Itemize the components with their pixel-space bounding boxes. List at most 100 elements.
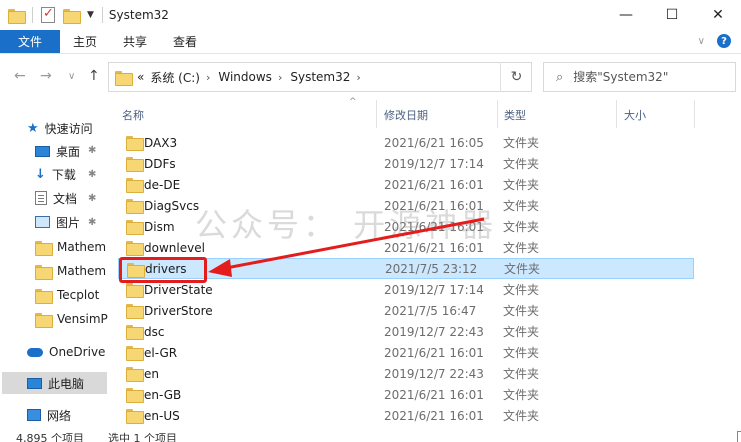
maximize-button[interactable]: ☐ <box>649 0 695 30</box>
file-date: 2021/6/21 16:01 <box>384 177 484 192</box>
search-input[interactable] <box>573 70 714 84</box>
large-icons-view-icon[interactable] <box>737 431 741 442</box>
table-row[interactable]: dsc 2019/12/7 22:43 文件夹 <box>118 321 694 342</box>
picture-icon <box>35 216 50 228</box>
file-name: en <box>144 366 159 381</box>
nav-item-tecplot[interactable]: Tecplot <box>35 284 99 306</box>
nav-item-mathem-2[interactable]: Mathem <box>35 260 106 282</box>
pin-icon[interactable]: ✱ <box>88 145 96 156</box>
breadcrumb-drive[interactable]: 系统 (C:) <box>150 69 200 86</box>
properties-icon[interactable] <box>41 6 55 23</box>
table-row[interactable]: DAX3 2021/6/21 16:05 文件夹 <box>118 132 694 153</box>
nav-item-mathem-1[interactable]: Mathem <box>35 236 106 258</box>
breadcrumb-system32[interactable]: System32 <box>290 70 350 84</box>
folder-icon <box>126 346 144 361</box>
breadcrumb-windows[interactable]: Windows <box>218 70 272 84</box>
download-icon: ↓ <box>35 166 46 182</box>
tab-share[interactable]: 共享 <box>110 30 160 53</box>
nav-item-label: 文档 <box>53 191 78 206</box>
folder-icon <box>126 283 144 298</box>
table-row[interactable]: en-GB 2021/6/21 16:01 文件夹 <box>118 384 694 405</box>
nav-onedrive[interactable]: OneDrive <box>27 341 105 363</box>
expand-ribbon-icon[interactable]: ∨ <box>698 36 705 47</box>
file-name: Dism <box>144 219 175 234</box>
column-type[interactable]: 类型 <box>504 107 526 123</box>
file-type: 文件夹 <box>503 367 540 381</box>
file-date: 2019/12/7 17:14 <box>384 156 484 171</box>
search-icon: ⌕ <box>556 69 564 85</box>
breadcrumb-overflow[interactable]: « <box>137 70 144 84</box>
file-type: 文件夹 <box>503 199 540 213</box>
folder-icon <box>126 136 144 151</box>
folder-icon <box>126 220 144 235</box>
column-divider[interactable] <box>497 100 498 128</box>
breadcrumb-separator[interactable]: › <box>206 71 210 84</box>
folder-icon <box>126 304 144 319</box>
table-row[interactable]: en-US 2021/6/21 16:01 文件夹 <box>118 405 694 426</box>
table-row[interactable]: DriverStore 2021/7/5 16:47 文件夹 <box>118 300 694 321</box>
column-divider[interactable] <box>694 100 695 128</box>
table-row[interactable]: de-DE 2021/6/21 16:01 文件夹 <box>118 174 694 195</box>
file-date: 2021/7/5 23:12 <box>385 261 478 276</box>
nav-item-label: VensimP <box>57 312 108 326</box>
address-bar[interactable]: « 系统 (C:) › Windows › System32 › <box>108 62 532 92</box>
customize-toolbar-icon[interactable]: ▼ <box>87 10 94 20</box>
cloud-icon <box>27 347 43 357</box>
nav-item-downloads[interactable]: ↓ 下载 <box>35 163 76 185</box>
file-type: 文件夹 <box>503 157 540 171</box>
computer-icon <box>27 377 42 389</box>
tab-view[interactable]: 查看 <box>160 30 210 53</box>
file-date: 2021/6/21 16:05 <box>384 135 484 150</box>
pin-icon[interactable]: ✱ <box>88 193 96 204</box>
table-row[interactable]: el-GR 2021/6/21 16:01 文件夹 <box>118 342 694 363</box>
folder-icon <box>126 367 144 382</box>
column-divider[interactable] <box>616 100 617 128</box>
file-date: 2021/6/21 16:01 <box>384 345 484 360</box>
folder-icon <box>126 409 144 424</box>
pin-icon[interactable]: ✱ <box>88 217 96 228</box>
table-row[interactable]: DDFs 2019/12/7 17:14 文件夹 <box>118 153 694 174</box>
back-icon[interactable]: ← <box>14 68 26 84</box>
folder-icon <box>35 240 53 256</box>
tab-file[interactable]: 文件 <box>0 30 60 53</box>
file-type: 文件夹 <box>503 325 540 339</box>
nav-network[interactable]: 网络 <box>27 404 71 426</box>
tab-home[interactable]: 主页 <box>60 30 110 53</box>
ribbon-tabs: 文件 主页 共享 查看 ∨ ? <box>0 30 741 54</box>
up-icon[interactable]: ↑ <box>88 68 100 84</box>
forward-icon[interactable]: → <box>40 68 52 84</box>
navigation-pane: ★ 快速访问 桌面 ✱ ↓ 下载 ✱ 文档 ✱ 图片 ✱ Mathem Math… <box>0 100 108 428</box>
minimize-button[interactable]: — <box>603 0 649 30</box>
refresh-button[interactable]: ↻ <box>500 62 532 92</box>
nav-item-vensim[interactable]: VensimP <box>35 308 108 330</box>
nav-item-pictures[interactable]: 图片 <box>35 211 80 233</box>
column-size[interactable]: 大小 <box>624 107 646 123</box>
breadcrumb-separator[interactable]: › <box>278 71 282 84</box>
folder-icon <box>126 157 144 172</box>
nav-quick-access[interactable]: ★ 快速访问 <box>27 117 93 139</box>
column-divider[interactable] <box>376 100 377 128</box>
toolbar-divider <box>101 7 103 23</box>
nav-item-label: Tecplot <box>57 288 100 302</box>
recent-locations-icon[interactable]: ∨ <box>68 71 75 82</box>
close-button[interactable]: ✕ <box>695 0 741 30</box>
file-type: 文件夹 <box>503 388 540 402</box>
file-type: 文件夹 <box>503 346 540 360</box>
table-row[interactable]: en 2019/12/7 22:43 文件夹 <box>118 363 694 384</box>
folder-icon <box>8 8 26 24</box>
new-folder-icon[interactable] <box>63 8 81 24</box>
nav-item-desktop[interactable]: 桌面 <box>35 140 80 162</box>
file-date: 2021/6/21 16:01 <box>384 408 484 423</box>
file-type: 文件夹 <box>503 136 540 150</box>
column-date[interactable]: 修改日期 <box>384 107 428 123</box>
pin-icon[interactable]: ✱ <box>88 169 96 180</box>
column-name[interactable]: 名称 <box>122 107 144 123</box>
folder-icon <box>35 288 53 304</box>
nav-item-documents[interactable]: 文档 <box>35 187 77 209</box>
nav-this-pc[interactable]: 此电脑 <box>2 372 107 394</box>
search-box[interactable]: ⌕ <box>543 62 736 92</box>
breadcrumb-separator[interactable]: › <box>356 71 360 84</box>
folder-icon <box>35 312 53 328</box>
help-icon[interactable]: ? <box>717 34 731 48</box>
file-type: 文件夹 <box>503 178 540 192</box>
